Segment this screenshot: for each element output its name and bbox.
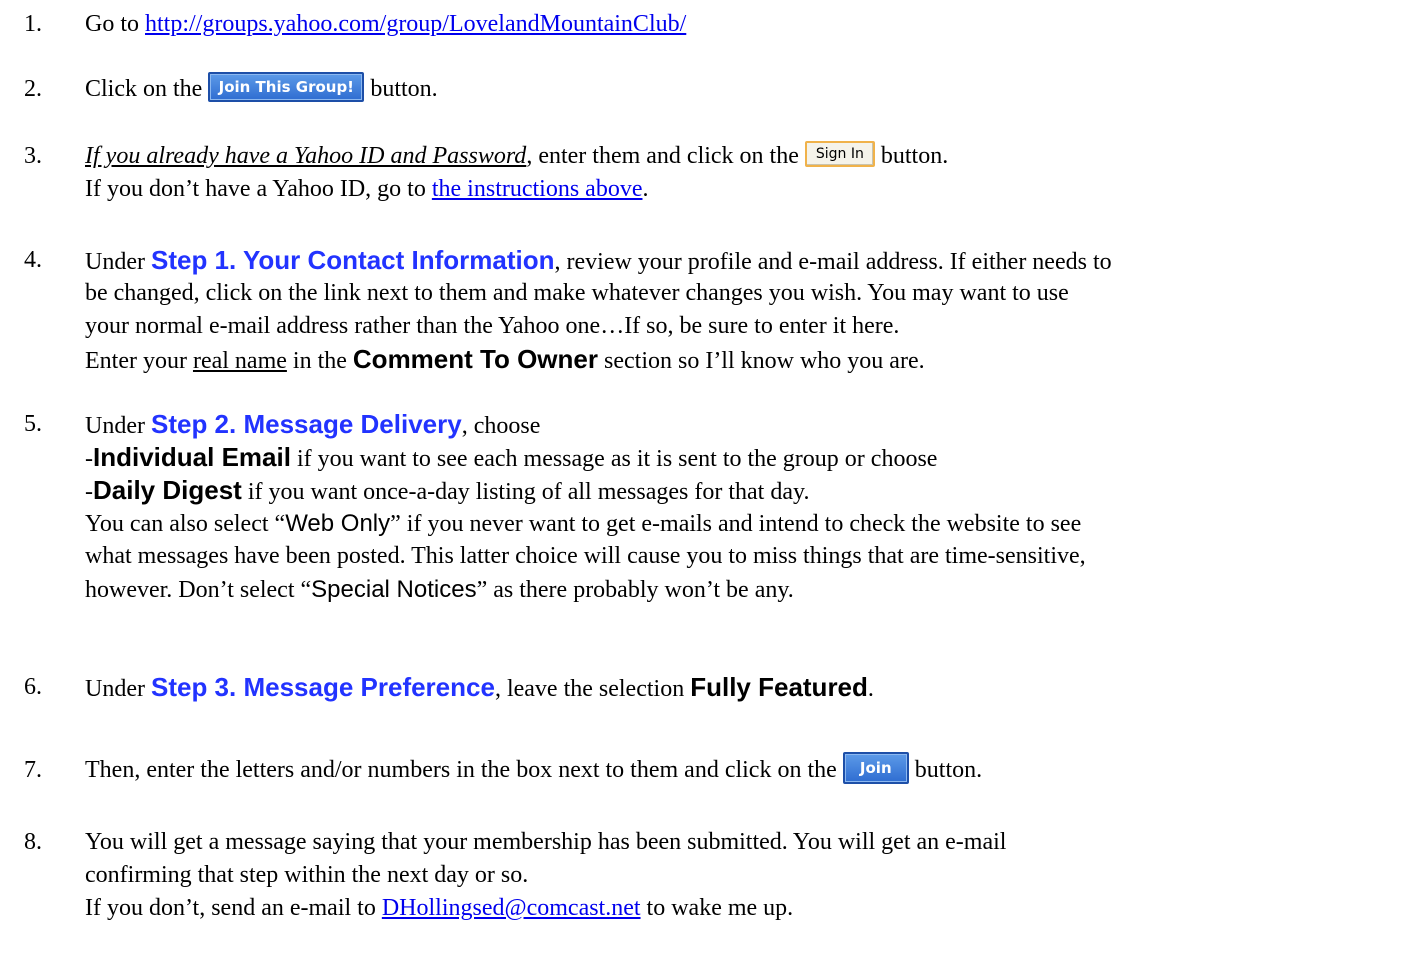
dash: - (85, 479, 93, 505)
step-text: Go to (85, 11, 145, 37)
step-text: button. (880, 143, 949, 169)
step-number: 7. (24, 757, 42, 783)
step-text: Under (85, 676, 151, 702)
step-text: If you don’t have a Yahoo ID, go to (85, 176, 432, 202)
step-text: . (867, 676, 874, 702)
step-number: 3. (24, 143, 42, 169)
step-text: confirming that step within the next day… (85, 862, 529, 888)
step-text: You will get a message saying that your … (85, 829, 1007, 855)
join-this-group-button[interactable]: Join This Group! (208, 72, 365, 103)
bold-label: Comment To Owner (352, 344, 598, 374)
step-number: 1. (24, 11, 42, 37)
step-text: Click on the (85, 76, 203, 102)
step-number: 4. (24, 247, 42, 273)
step-text: , enter them and click on the (526, 143, 799, 169)
step-italic-text: If you already have a Yahoo ID and Passw… (85, 143, 527, 169)
step-text: , review your profile and e-mail address… (554, 249, 1112, 275)
step-text: what messages have been posted. This lat… (85, 543, 1086, 569)
group-url-link[interactable]: http://groups.yahoo.com/group/LovelandMo… (145, 11, 686, 37)
step-text: , choose (461, 413, 541, 439)
option-label: Individual Email (93, 442, 291, 472)
step-text: button. (370, 76, 438, 102)
step-text: be changed, click on the link next to th… (85, 280, 1069, 306)
step-text: button. (914, 757, 983, 783)
option-label: Daily Digest (93, 475, 242, 505)
step-text: If you don’t, send an e-mail to (85, 895, 382, 921)
underlined-text: real name (192, 348, 287, 374)
step-number: 2. (24, 76, 42, 102)
instructions-above-link[interactable]: the instructions above (432, 176, 643, 202)
step-number: 6. (24, 674, 42, 700)
step-number: 5. (24, 411, 42, 437)
step-text: your normal e-mail address rather than t… (85, 313, 900, 339)
step-text: You can also select “ (85, 511, 286, 537)
sign-in-button[interactable]: Sign In (804, 141, 875, 168)
step-text: to wake me up. (640, 895, 794, 921)
step-text: if you want once-a-day listing of all me… (241, 479, 810, 505)
step-heading: Step 3. Message Preference (150, 672, 495, 702)
step-text: section so I’ll know who you are. (598, 348, 925, 374)
step-number: 8. (24, 829, 42, 855)
dash: - (85, 446, 93, 472)
step-heading: Step 2. Message Delivery (150, 409, 462, 439)
step-text: Under (85, 413, 151, 439)
step-text: however. Don’t select “ (85, 577, 312, 603)
instructions-document: 1. Go to http://groups.yahoo.com/group/L… (0, 0, 1418, 966)
join-button[interactable]: Join (842, 752, 909, 785)
step-text: Then, enter the letters and/or numbers i… (85, 757, 837, 783)
step-text: . (642, 176, 649, 202)
step-text: Under (85, 249, 151, 275)
step-text: in the (286, 348, 353, 374)
step-text: if you want to see each message as it is… (290, 446, 938, 472)
email-link[interactable]: DHollingsed@comcast.net (382, 895, 641, 921)
step-text: ” if you never want to get e-mails and i… (390, 511, 1082, 537)
step-text: Enter your (85, 348, 193, 374)
step-text: , leave the selection (494, 676, 691, 702)
bold-label: Fully Featured (690, 672, 868, 702)
step-heading: Step 1. Your Contact Information (150, 245, 555, 275)
option-name: Special Notices (311, 576, 477, 603)
step-text: ” as there probably won’t be any. (476, 577, 794, 603)
option-name: Web Only (285, 510, 391, 537)
